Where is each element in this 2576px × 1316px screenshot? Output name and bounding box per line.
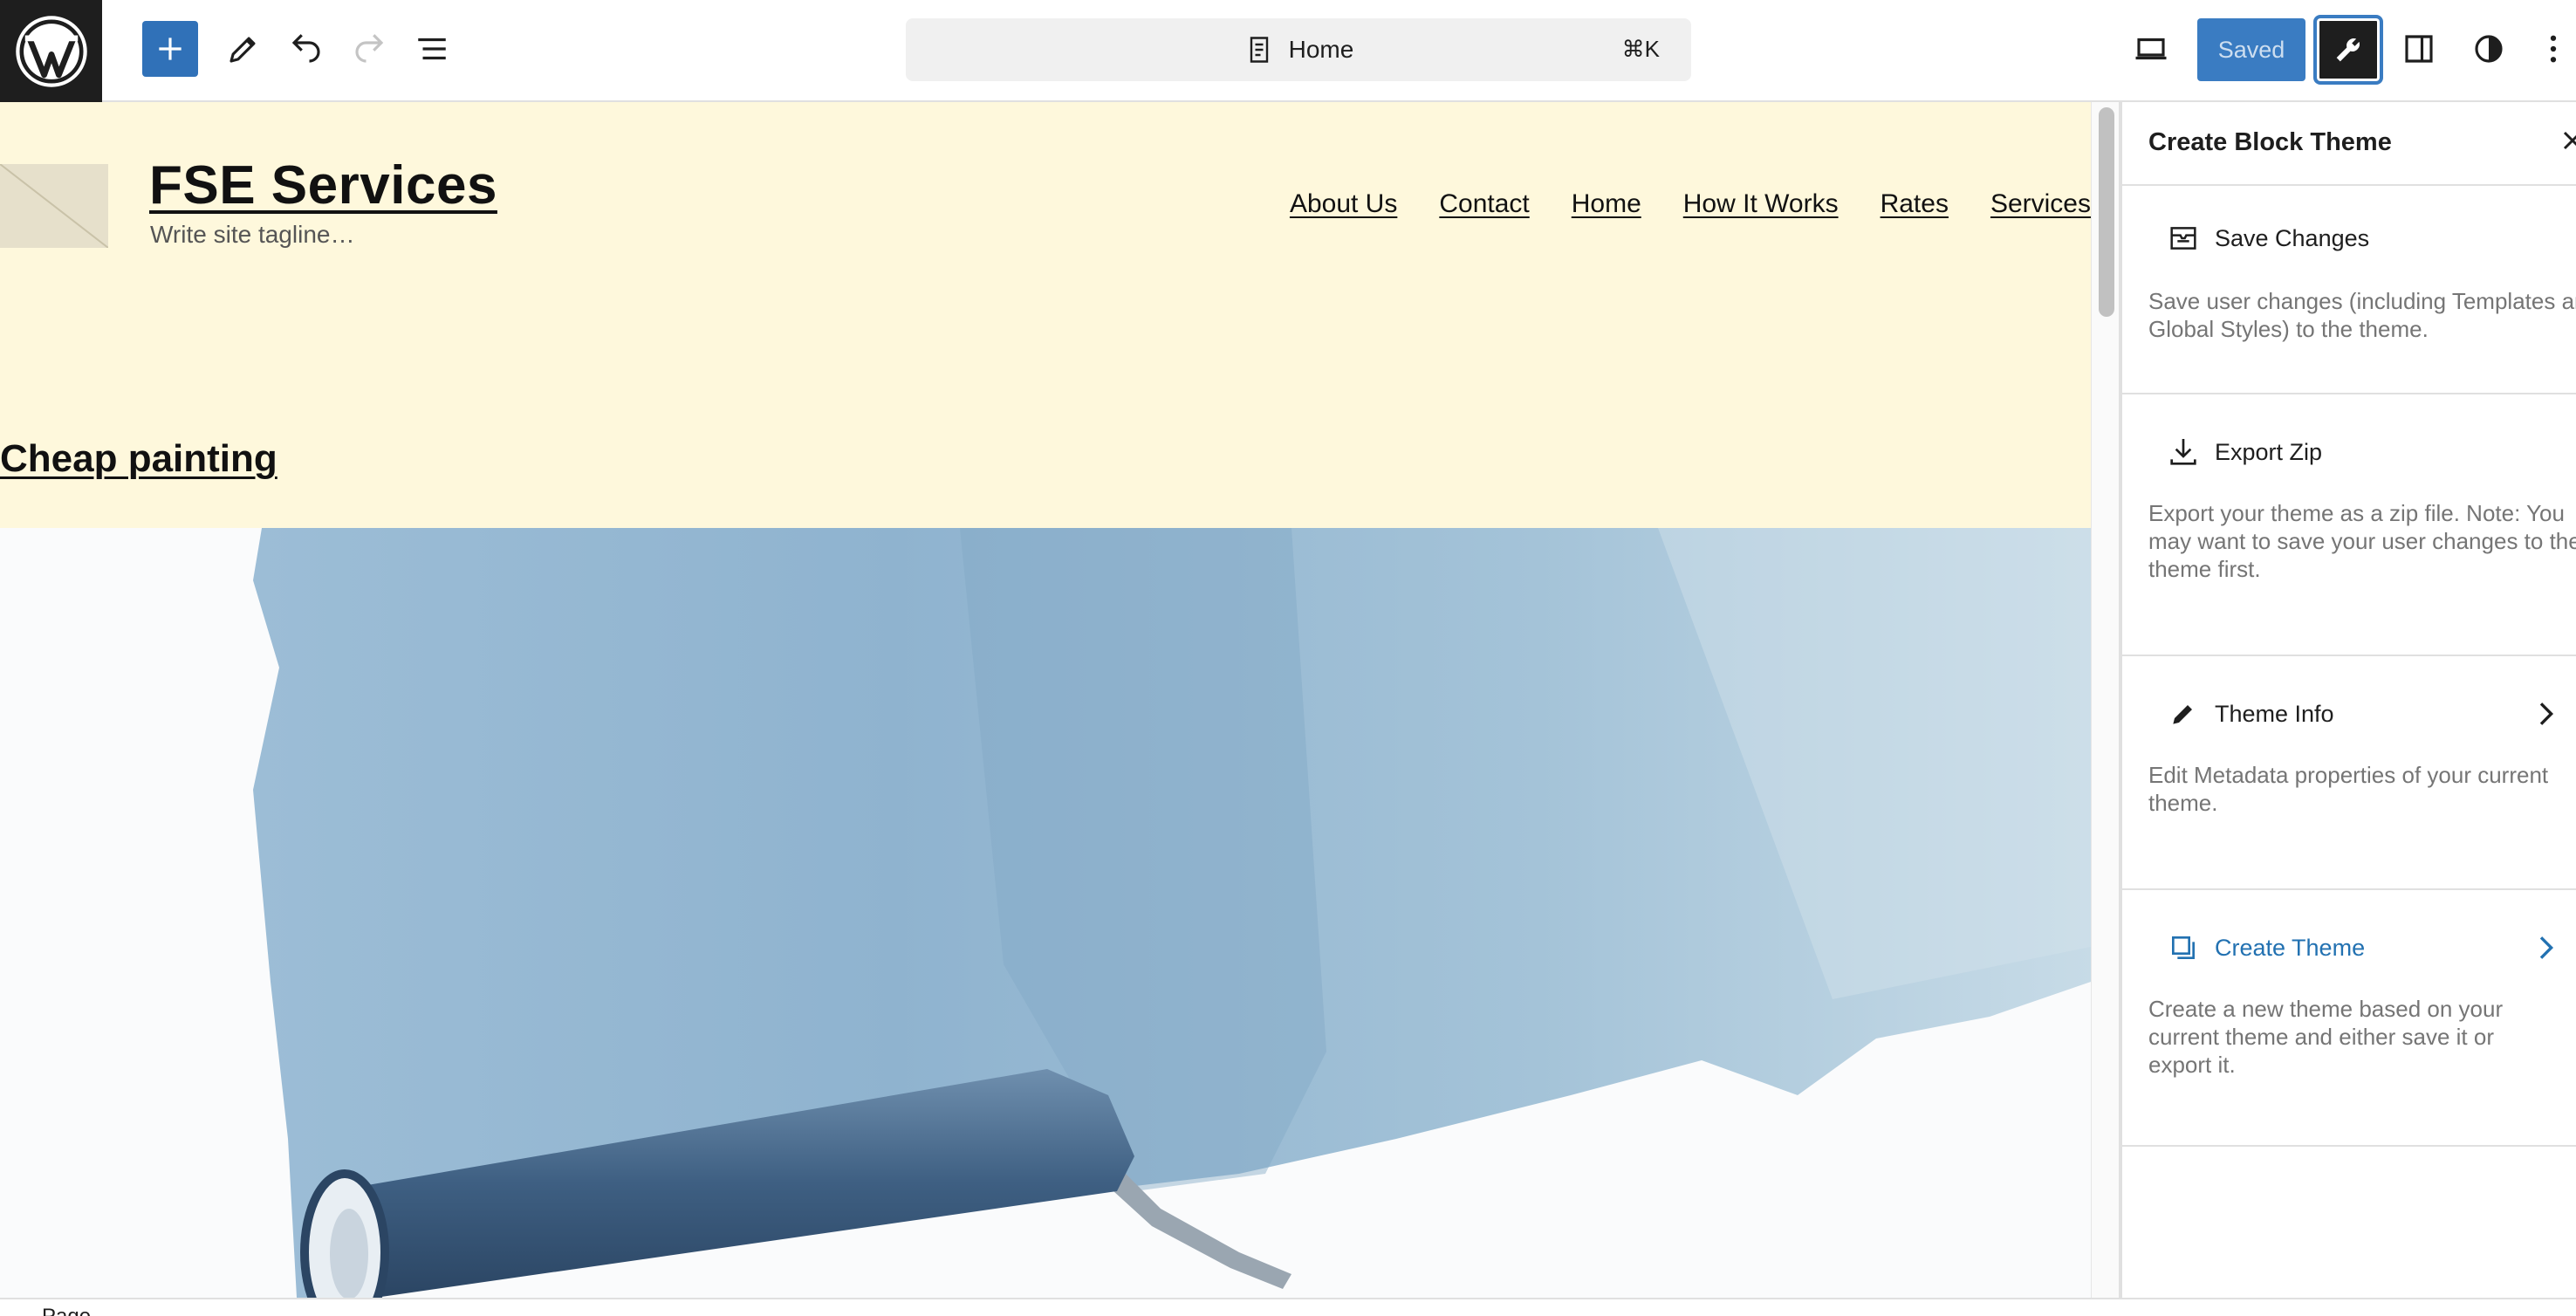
preview-device-button[interactable]: [2123, 21, 2179, 77]
create-theme-description: Create a new theme based on your current…: [2148, 996, 2504, 1078]
create-block-theme-button[interactable]: [2317, 18, 2380, 81]
undo-icon: [291, 34, 320, 63]
save-changes-description: Save user changes (including Templates a…: [2148, 288, 2576, 342]
close-icon: [2563, 131, 2576, 150]
editor-toolbar: Home ⌘K Saved: [0, 0, 2576, 102]
saved-button[interactable]: Saved: [2197, 18, 2305, 81]
more-vertical-icon: [2550, 35, 2557, 63]
block-breadcrumb-bar: Page: [0, 1298, 2576, 1316]
site-tagline[interactable]: Write site tagline…: [150, 221, 354, 249]
sidebar-header: Create Block Theme: [2122, 102, 2576, 186]
sidebar-icon: [2405, 35, 2433, 63]
wordpress-logo-icon[interactable]: [0, 0, 102, 102]
site-title[interactable]: FSE Services: [149, 154, 497, 216]
save-changes-button[interactable]: Save Changes: [2166, 221, 2369, 256]
document-title: Home: [1288, 36, 1354, 63]
nav-link-how-it-works[interactable]: How It Works: [1683, 189, 1839, 219]
create-theme-chevron-right-icon[interactable]: [2528, 930, 2563, 965]
archive-icon: [2170, 227, 2196, 250]
copy-icon: [2172, 936, 2195, 959]
editor-canvas[interactable]: FSE Services Write site tagline… About U…: [0, 102, 2091, 1298]
theme-info-button[interactable]: Theme Info: [2166, 696, 2334, 731]
list-view-icon: [418, 38, 446, 60]
export-zip-button[interactable]: Export Zip: [2166, 435, 2322, 470]
tools-pencil-button[interactable]: [216, 21, 271, 77]
plus-icon: [159, 38, 182, 60]
export-zip-section: Export Zip Export your theme as a zip fi…: [2122, 394, 2576, 656]
breadcrumb-item-page[interactable]: Page: [42, 1305, 91, 1316]
styles-button[interactable]: [2461, 21, 2517, 77]
sidebar-title: Create Block Theme: [2148, 128, 2392, 156]
redo-icon: [355, 34, 384, 63]
theme-info-section: Theme Info Edit Metadata properties of y…: [2122, 656, 2576, 890]
nav-link-contact[interactable]: Contact: [1439, 189, 1529, 219]
navigation-menu[interactable]: About Us Contact Home How It Works Rates…: [1290, 189, 2091, 219]
command-palette-bar[interactable]: Home ⌘K: [906, 18, 1691, 81]
theme-info-chevron-right-icon[interactable]: [2528, 696, 2563, 731]
options-menu-button[interactable]: [2531, 21, 2576, 77]
scrollbar-thumb[interactable]: [2099, 107, 2114, 317]
desktop-icon: [2135, 38, 2167, 60]
site-logo-placeholder[interactable]: [0, 164, 108, 248]
settings-sidebar-button[interactable]: [2391, 21, 2447, 77]
theme-info-label: Theme Info: [2215, 700, 2334, 727]
export-zip-label: Export Zip: [2215, 438, 2323, 465]
paint-roller-hero-image[interactable]: [0, 528, 2091, 1298]
nav-link-about-us[interactable]: About Us: [1290, 189, 1397, 219]
wrench-icon: [2336, 38, 2360, 62]
post-title[interactable]: Cheap painting: [0, 437, 277, 481]
pencil-icon: [2173, 705, 2192, 724]
nav-link-home[interactable]: Home: [1572, 189, 1641, 219]
save-changes-section: Save Changes Save user changes (includin…: [2122, 186, 2576, 394]
list-view-button[interactable]: [404, 21, 460, 77]
create-theme-label: Create Theme: [2215, 934, 2366, 961]
save-changes-label: Save Changes: [2215, 224, 2370, 251]
close-sidebar-button[interactable]: [2557, 125, 2576, 163]
create-theme-button[interactable]: Create Theme: [2166, 930, 2365, 965]
document-icon: [1250, 37, 1268, 63]
nav-link-rates[interactable]: Rates: [1881, 189, 1949, 219]
pencil-icon: [230, 37, 256, 63]
keyboard-shortcut-hint: ⌘K: [1621, 36, 1660, 62]
undo-button[interactable]: [278, 21, 334, 77]
add-block-button[interactable]: [142, 21, 198, 77]
export-zip-description: Export your theme as a zip file. Note: Y…: [2148, 500, 2576, 582]
theme-info-description: Edit Metadata properties of your current…: [2148, 762, 2549, 816]
redo-button[interactable]: [341, 21, 397, 77]
site-header-group[interactable]: FSE Services Write site tagline… About U…: [0, 102, 2091, 528]
download-icon: [2170, 439, 2196, 465]
create-block-theme-sidebar: Create Block Theme Save Changes Save use…: [2120, 102, 2576, 1298]
nav-link-services[interactable]: Services: [1990, 189, 2091, 219]
contrast-icon: [2475, 35, 2503, 63]
canvas-scrollbar[interactable]: [2091, 102, 2120, 1298]
create-theme-section: Create Theme Create a new theme based on…: [2122, 890, 2576, 1147]
